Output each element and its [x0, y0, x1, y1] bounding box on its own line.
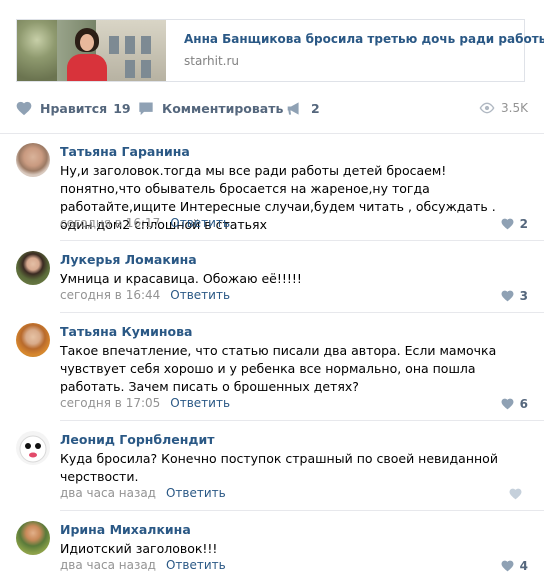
eye-icon: [479, 102, 495, 114]
post-actions-bar: Нравится 19 Комментировать 2 3.5K: [16, 96, 528, 120]
actions-divider: [0, 133, 544, 134]
comment-meta: два часа назад Ответить: [60, 558, 226, 572]
comment-text: Идиотский заголовок!!!: [60, 541, 218, 556]
comment-icon: [139, 102, 153, 115]
share-button[interactable]: 2: [286, 96, 320, 120]
comment-like-button[interactable]: 2: [501, 216, 528, 232]
avatar[interactable]: [16, 323, 50, 357]
avatar[interactable]: [16, 521, 50, 555]
comment-meta: два часа назад Ответить: [60, 486, 226, 500]
megaphone-icon: [287, 101, 299, 115]
link-thumbnail: [17, 20, 166, 81]
comment-text: Такое впечатление, что статью писали два…: [60, 343, 497, 394]
comment-like-button[interactable]: 3: [501, 288, 528, 304]
comment-time[interactable]: сегодня в 16:44: [60, 288, 160, 302]
heart-icon: [501, 218, 514, 230]
cartoon-face-icon: [19, 435, 47, 463]
comment-time[interactable]: сегодня в 17:05: [60, 396, 160, 410]
heart-icon: [16, 101, 32, 115]
comment-text: Куда бросила? Конечно поступок страшный …: [60, 451, 498, 484]
comment-time[interactable]: сегодня в 16:17: [60, 216, 160, 230]
link-domain: starhit.ru: [184, 54, 240, 68]
comment-divider: [60, 510, 544, 511]
comment-author[interactable]: Татьяна Куминова: [60, 324, 192, 339]
comment-author[interactable]: Татьяна Гаранина: [60, 144, 190, 159]
comment-author[interactable]: Ирина Михалкина: [60, 522, 191, 537]
share-count: 2: [311, 100, 320, 116]
comment-label: Комментировать: [162, 100, 284, 116]
like-label: Нравится: [40, 100, 108, 116]
comment-meta: сегодня в 16:17 Ответить: [60, 216, 230, 230]
heart-icon: [501, 290, 514, 302]
like-button[interactable]: Нравится 19: [16, 96, 131, 120]
comment-time[interactable]: два часа назад: [60, 558, 156, 572]
comment-author[interactable]: Лукерья Ломакина: [60, 252, 197, 267]
heart-icon: [501, 398, 514, 410]
heart-icon: [509, 488, 522, 500]
comment-divider: [60, 240, 544, 241]
views-counter: 3.5K: [479, 96, 528, 120]
comment-like-count: 6: [519, 397, 528, 411]
avatar[interactable]: [16, 143, 50, 177]
comment-divider: [60, 420, 544, 421]
comment-like-button[interactable]: [509, 486, 528, 502]
like-count: 19: [113, 100, 131, 116]
link-preview-card[interactable]: Анна Банщикова бросила третью дочь ради …: [16, 19, 544, 82]
comment-like-count: 3: [519, 289, 528, 303]
avatar[interactable]: [16, 431, 50, 465]
heart-icon: [501, 560, 514, 572]
comment-divider: [60, 312, 544, 313]
reply-link[interactable]: Ответить: [170, 396, 230, 410]
comment-time[interactable]: два часа назад: [60, 486, 156, 500]
comment-like-button[interactable]: 4: [501, 558, 528, 574]
link-title[interactable]: Анна Банщикова бросила третью дочь ради …: [184, 32, 544, 46]
reply-link[interactable]: Ответить: [166, 558, 226, 572]
comment-meta: сегодня в 17:05 Ответить: [60, 396, 230, 410]
reply-link[interactable]: Ответить: [170, 288, 230, 302]
comment-button[interactable]: Комментировать: [138, 96, 283, 120]
reply-link[interactable]: Ответить: [166, 486, 226, 500]
reply-link[interactable]: Ответить: [170, 216, 230, 230]
comment-text: Умница и красавица. Обожаю её!!!!!: [60, 271, 302, 286]
comment-like-count: 4: [519, 559, 528, 573]
avatar[interactable]: [16, 251, 50, 285]
comment-like-button[interactable]: 6: [501, 396, 528, 412]
comment-like-count: 2: [519, 217, 528, 231]
comment-meta: сегодня в 16:44 Ответить: [60, 288, 230, 302]
views-count: 3.5K: [501, 101, 528, 115]
comment-author[interactable]: Леонид Горнблендит: [60, 432, 215, 447]
